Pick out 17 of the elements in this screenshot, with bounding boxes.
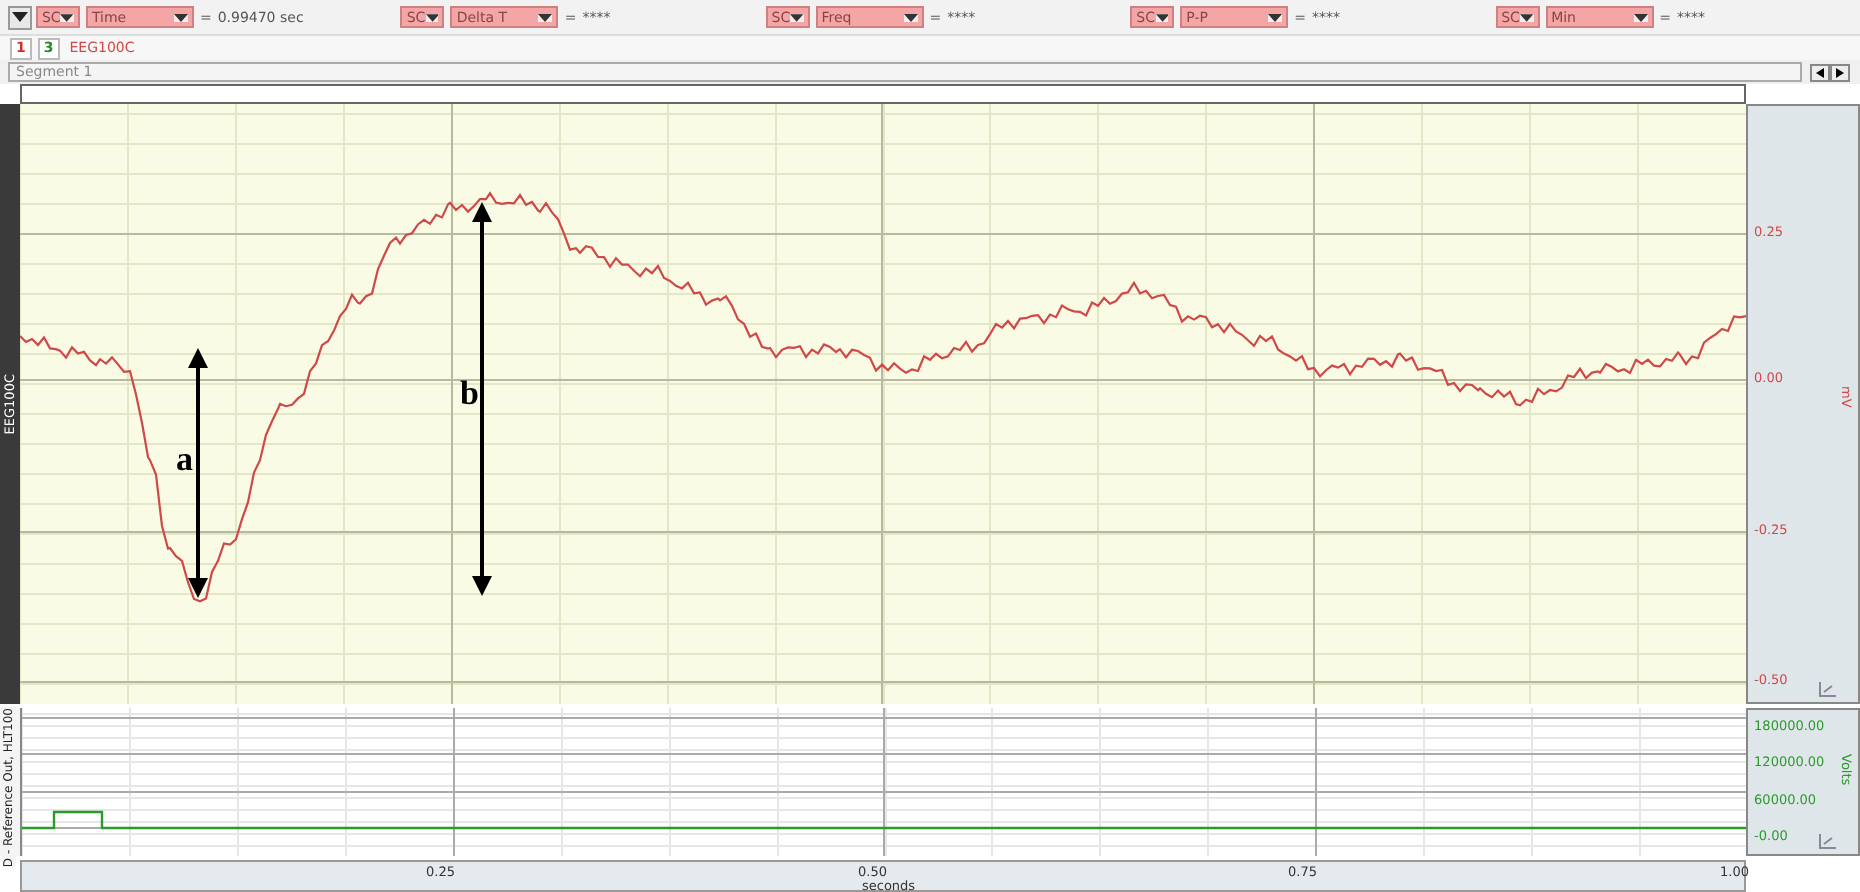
caret-icon: [790, 13, 804, 21]
axis-scale-icon[interactable]: [1818, 682, 1838, 698]
caret-icon: [1155, 13, 1169, 21]
annotation-label: a: [176, 440, 193, 478]
caret-icon: [538, 13, 553, 21]
caret-icon: [1268, 13, 1283, 21]
caret-icon: [1519, 13, 1534, 21]
scroll-arrows-icon[interactable]: [1810, 63, 1850, 81]
caret-icon: [425, 13, 439, 21]
caret-icon: [60, 13, 74, 21]
axis-scale-icon[interactable]: [1817, 834, 1838, 850]
caret-icon: [903, 13, 918, 21]
caret-icon: [173, 13, 188, 21]
menu-button[interactable]: [8, 5, 32, 29]
annotation-label: b: [460, 374, 479, 412]
caret-icon: [1633, 13, 1648, 21]
caret-icon: [11, 12, 28, 22]
